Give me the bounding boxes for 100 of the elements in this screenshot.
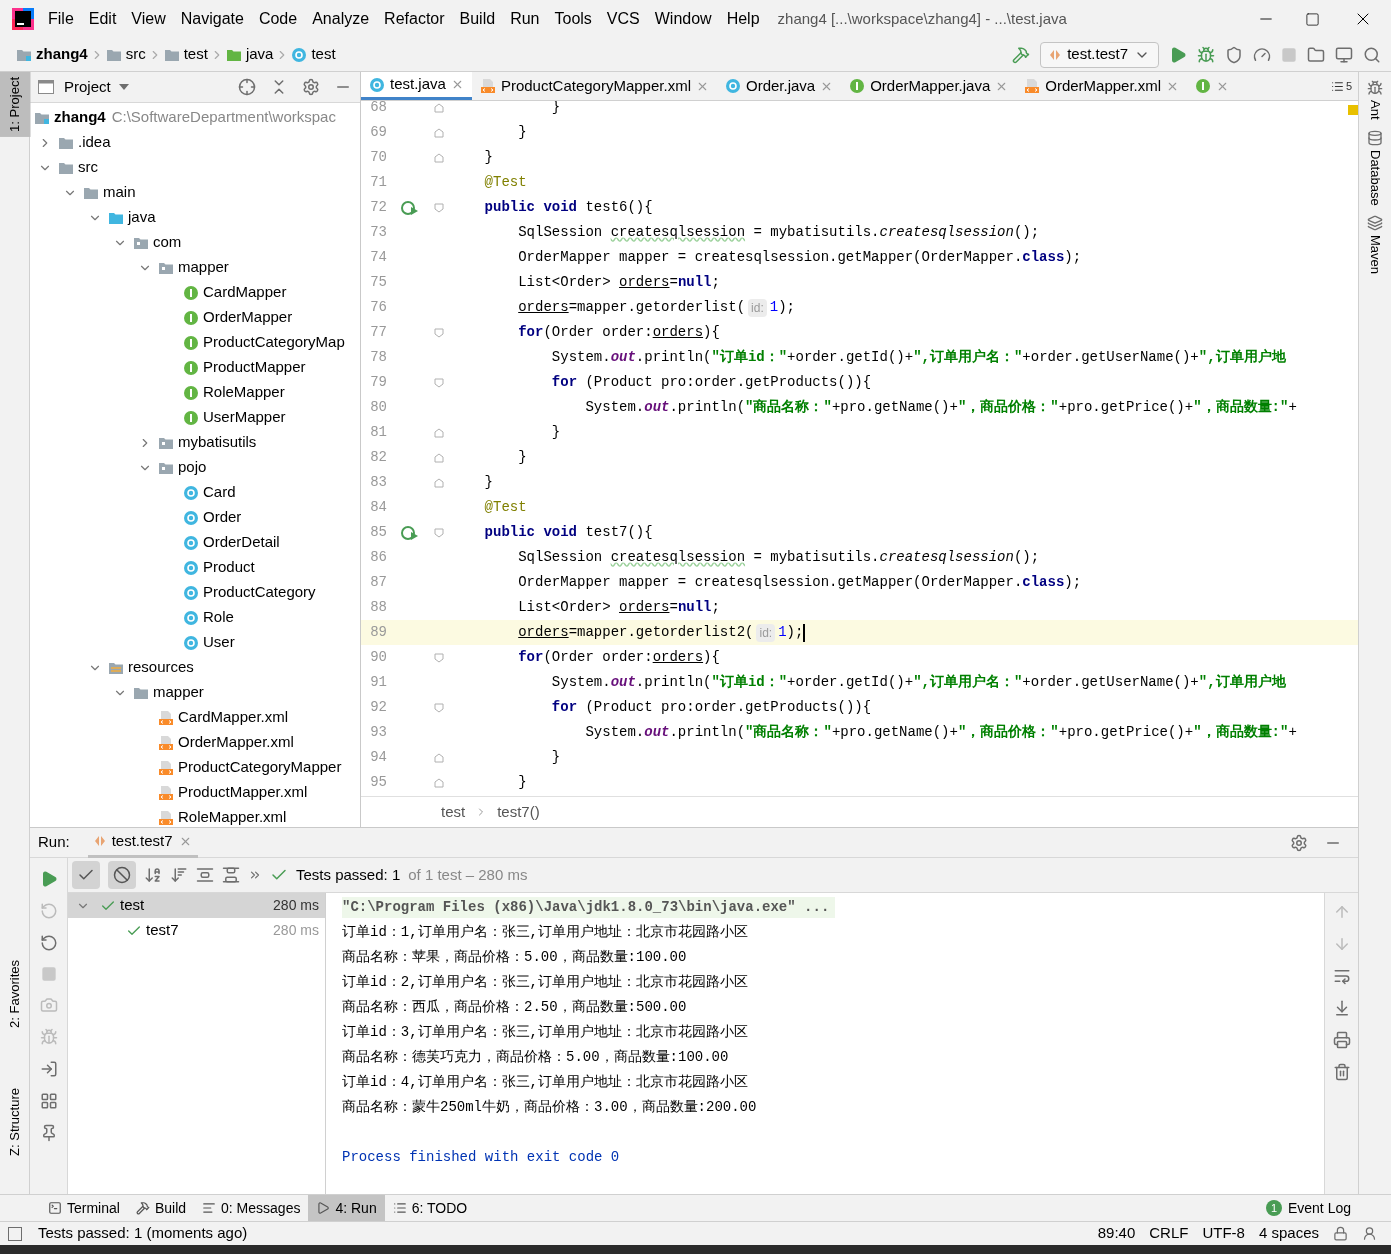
- menu-item[interactable]: Edit: [88, 7, 117, 31]
- tree-item[interactable]: CardMapper.xml: [178, 706, 289, 729]
- print-icon[interactable]: [1332, 1031, 1351, 1049]
- editor-tab[interactable]: test.java: [361, 72, 472, 100]
- fold-icon[interactable]: [434, 752, 444, 763]
- tree-item[interactable]: mapper: [178, 256, 229, 279]
- run-tab[interactable]: test.test7: [87, 827, 198, 858]
- tree-item[interactable]: ProductMapper: [203, 356, 306, 379]
- fold-icon[interactable]: [434, 327, 444, 338]
- tree-item[interactable]: resources: [128, 656, 194, 679]
- tree-item[interactable]: Order: [203, 506, 242, 529]
- fold-icon[interactable]: [434, 127, 444, 138]
- run-icon[interactable]: [1169, 45, 1187, 64]
- breadcrumb-item[interactable]: test7(): [497, 800, 540, 824]
- tab-list-button[interactable]: 5: [1324, 72, 1358, 100]
- breadcrumb-item[interactable]: test: [163, 43, 208, 66]
- expand-all-icon[interactable]: [196, 866, 214, 884]
- caret-icon[interactable]: [118, 84, 129, 90]
- fold-icon[interactable]: [434, 702, 444, 713]
- search-icon[interactable]: [1363, 45, 1381, 64]
- menu-item[interactable]: Help: [726, 7, 760, 31]
- tree-item[interactable]: java: [128, 206, 156, 229]
- tree-item[interactable]: OrderMapper.xml: [178, 731, 294, 754]
- menu-item[interactable]: File: [48, 7, 74, 31]
- fold-icon[interactable]: [434, 477, 444, 488]
- panel-title[interactable]: Project: [64, 75, 111, 99]
- settings-icon[interactable]: [1290, 833, 1308, 852]
- fold-icon[interactable]: [434, 427, 444, 438]
- menu-item[interactable]: Analyze: [312, 7, 370, 31]
- lock-icon[interactable]: [1333, 1226, 1348, 1241]
- editor-tab[interactable]: OrderMapper.xml: [1016, 72, 1188, 100]
- tool-window-tab[interactable]: Maven: [1365, 235, 1385, 275]
- tree-item[interactable]: mapper: [153, 681, 204, 704]
- fold-icon[interactable]: [434, 777, 444, 788]
- run-gutter-icon[interactable]: [401, 524, 419, 541]
- breadcrumb-item[interactable]: java: [225, 43, 274, 66]
- tree-item[interactable]: src: [78, 156, 98, 179]
- trash-icon[interactable]: [1332, 1063, 1351, 1081]
- tree-item[interactable]: mybatisutils: [178, 431, 257, 454]
- tree-item[interactable]: zhang4: [54, 106, 106, 129]
- fold-icon[interactable]: [434, 452, 444, 463]
- tree-item[interactable]: Card: [203, 481, 236, 504]
- breadcrumb-item[interactable]: test: [291, 43, 336, 66]
- menu-item[interactable]: Code: [258, 7, 298, 31]
- tree-item[interactable]: CardMapper: [203, 281, 287, 304]
- status-item[interactable]: 4 spaces: [1258, 1222, 1319, 1245]
- test-row[interactable]: test7 280 ms: [68, 918, 325, 943]
- layout-icon[interactable]: [39, 1092, 58, 1110]
- wrap-icon[interactable]: [1332, 967, 1351, 985]
- settings-icon[interactable]: [302, 78, 320, 96]
- collapse-all-icon[interactable]: [222, 866, 240, 884]
- menu-item[interactable]: Navigate: [180, 7, 244, 31]
- fold-icon[interactable]: [434, 102, 444, 113]
- editor-tab[interactable]: Order.java: [716, 72, 842, 100]
- editor-tab[interactable]: ProductCategoryMapper.xml: [471, 72, 717, 100]
- tool-window-tab[interactable]: 1: Project: [0, 72, 31, 137]
- inspection-marker[interactable]: [1348, 105, 1358, 115]
- tree-item[interactable]: main: [103, 181, 136, 204]
- fold-icon[interactable]: [434, 652, 444, 663]
- tree-item[interactable]: ProductCategory: [203, 581, 316, 604]
- sort-icon[interactable]: [144, 866, 162, 884]
- fold-icon[interactable]: [434, 152, 444, 163]
- editor-tab[interactable]: OrderMapper.java: [841, 72, 1017, 100]
- tree-item[interactable]: ProductCategoryMapper: [178, 756, 342, 779]
- breadcrumb-item[interactable]: test: [441, 800, 466, 824]
- tool-window-tab[interactable]: Z: Structure: [0, 1082, 31, 1161]
- fold-icon[interactable]: [434, 202, 444, 213]
- tree-item[interactable]: OrderDetail: [203, 531, 280, 554]
- breadcrumb-item[interactable]: zhang4: [16, 43, 88, 66]
- menu-item[interactable]: VCS: [606, 7, 640, 31]
- show-passed-button[interactable]: [72, 861, 100, 889]
- run-gutter-icon[interactable]: [401, 199, 419, 216]
- status-item[interactable]: CRLF: [1149, 1222, 1189, 1245]
- tool-window-button[interactable]: 4: Run: [308, 1194, 385, 1222]
- tool-window-tab[interactable]: 2: Favorites: [0, 954, 31, 1033]
- tree-item[interactable]: User: [203, 631, 235, 654]
- tree-item[interactable]: RoleMapper: [203, 381, 285, 404]
- tool-window-button[interactable]: 0: Messages: [194, 1194, 309, 1222]
- database-icon[interactable]: [1367, 129, 1383, 146]
- tool-window-tab[interactable]: Ant: [1365, 100, 1385, 120]
- maximize-icon[interactable]: [1304, 11, 1320, 27]
- menu-item[interactable]: Tools: [554, 7, 592, 31]
- tree-item[interactable]: OrderMapper: [203, 306, 293, 329]
- menu-item[interactable]: Build: [459, 7, 496, 31]
- tool-window-button[interactable]: 6: TODO: [384, 1194, 476, 1222]
- tree-item[interactable]: ProductMapper.xml: [178, 781, 308, 804]
- event-log-button[interactable]: 1 Event Log: [1265, 1197, 1351, 1219]
- crosshair-icon[interactable]: [238, 78, 256, 96]
- tree-item[interactable]: Product: [203, 556, 255, 579]
- tree-item[interactable]: pojo: [178, 456, 207, 479]
- tree-item[interactable]: Role: [203, 606, 234, 629]
- tool-window-tab[interactable]: Database: [1365, 149, 1385, 206]
- status-item[interactable]: UTF-8: [1202, 1222, 1245, 1245]
- tree-item[interactable]: ProductCategoryMap: [203, 331, 345, 354]
- menu-item[interactable]: Window: [654, 7, 712, 31]
- import-icon[interactable]: [39, 1060, 58, 1078]
- tree-item[interactable]: RoleMapper.xml: [178, 806, 287, 827]
- tree-item[interactable]: .idea: [78, 131, 111, 154]
- run-configuration-dropdown[interactable]: test.test7: [1040, 41, 1159, 68]
- tree-item[interactable]: UserMapper: [203, 406, 286, 429]
